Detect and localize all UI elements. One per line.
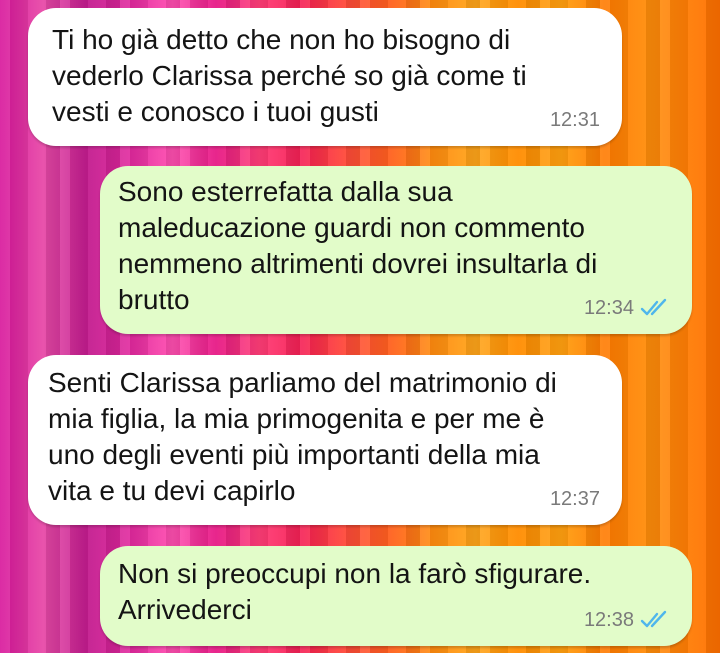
message-meta: 12:31 [550,102,600,138]
message-time: 12:38 [583,609,634,631]
message-meta: 12:37 [550,481,600,517]
message-bubble-incoming[interactable]: Senti Clarissa parliamo del matrimonio d… [28,355,622,525]
message-time: 12:31 [549,109,600,131]
message-meta: 12:38 [584,602,670,638]
message-time: 12:34 [583,297,634,319]
message-text: Ti ho già detto che non ho bisogno di ve… [52,24,527,127]
double-check-read-icon [640,610,667,628]
message-bubble-incoming[interactable]: Ti ho già detto che non ho bisogno di ve… [28,8,622,146]
message-meta: 12:34 [584,290,670,326]
message-text: Senti Clarissa parliamo del matrimonio d… [48,367,557,506]
message-bubble-outgoing[interactable]: Non si preoccupi non la farò sfigurare. … [100,546,692,646]
chat-background: Ti ho già detto che non ho bisogno di ve… [0,0,720,653]
message-bubble-outgoing[interactable]: Sono esterrefatta dalla sua maleducazion… [100,166,692,334]
message-time: 12:37 [549,488,600,510]
double-check-read-icon [640,298,667,316]
